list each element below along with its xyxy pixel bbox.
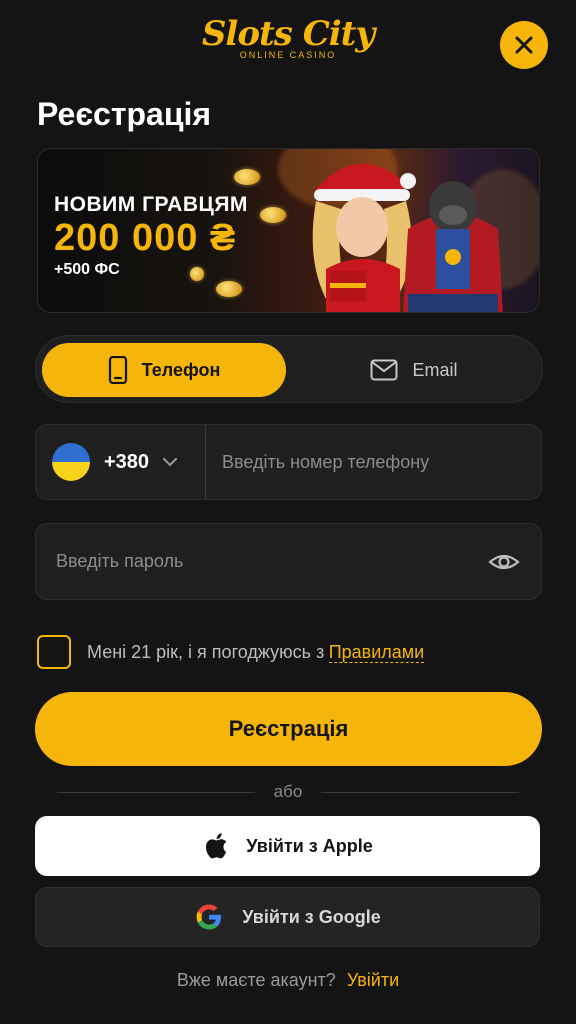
apple-login-button[interactable]: Увійти з Apple bbox=[35, 816, 540, 876]
coin-icon bbox=[234, 169, 260, 185]
close-button[interactable] bbox=[500, 21, 548, 69]
rules-link[interactable]: Правилами bbox=[328, 641, 425, 663]
password-field bbox=[35, 523, 542, 600]
header: Slots City ONLINE CASINO bbox=[0, 0, 576, 90]
tab-email[interactable]: Email bbox=[292, 343, 536, 397]
register-button[interactable]: Реєстрація bbox=[35, 692, 542, 766]
banner-headline: НОВИМ ГРАВЦЯМ bbox=[54, 193, 248, 216]
phone-input[interactable] bbox=[222, 425, 532, 499]
eye-icon[interactable] bbox=[488, 546, 520, 578]
terms-checkbox[interactable] bbox=[37, 635, 71, 669]
tab-email-label: Email bbox=[412, 359, 458, 380]
login-question: Вже маєте акаунт? bbox=[176, 970, 336, 990]
phone-field: +380 bbox=[35, 424, 542, 500]
google-icon bbox=[196, 904, 222, 930]
tab-phone[interactable]: Телефон bbox=[42, 343, 286, 397]
apple-login-label: Увійти з Apple bbox=[246, 835, 373, 856]
tab-phone-label: Телефон bbox=[141, 359, 221, 380]
logo-text: Slots City bbox=[201, 14, 375, 54]
country-code: +380 bbox=[104, 450, 150, 473]
close-icon bbox=[515, 36, 533, 54]
banner-bonus: +500 ФС bbox=[54, 261, 120, 278]
ukraine-flag-icon bbox=[52, 443, 90, 481]
gorilla-illustration bbox=[403, 181, 503, 312]
phone-icon bbox=[108, 356, 127, 384]
login-prompt: Вже маєте акаунт? Увійти bbox=[0, 970, 576, 991]
apple-icon bbox=[206, 833, 227, 859]
promo-banner[interactable]: НОВИМ ГРАВЦЯМ 200 000 ₴ +500 ФС bbox=[37, 148, 540, 313]
field-divider bbox=[205, 425, 206, 499]
google-login-label: Увійти з Google bbox=[242, 906, 381, 927]
mail-icon bbox=[370, 359, 398, 381]
login-link[interactable]: Увійти bbox=[347, 970, 399, 990]
logo: Slots City ONLINE CASINO bbox=[200, 14, 376, 74]
banner-amount: 200 000 ₴ bbox=[54, 217, 237, 259]
terms-agreement: Мені 21 рік, і я погоджуюсь з Правилами bbox=[37, 635, 425, 669]
chevron-down-icon bbox=[163, 457, 178, 466]
coin-icon bbox=[260, 207, 286, 223]
password-input[interactable] bbox=[56, 524, 476, 599]
coin-icon bbox=[190, 267, 204, 281]
registration-method-tabs: Телефон Email bbox=[35, 335, 543, 403]
terms-text: Мені 21 рік, і я погоджуюсь з bbox=[87, 641, 325, 662]
google-login-button[interactable]: Увійти з Google bbox=[35, 887, 540, 947]
coin-icon bbox=[216, 281, 242, 297]
page-title: Реєстрація bbox=[37, 96, 212, 132]
country-code-select[interactable]: +380 bbox=[36, 425, 206, 499]
or-divider: або bbox=[57, 780, 519, 804]
